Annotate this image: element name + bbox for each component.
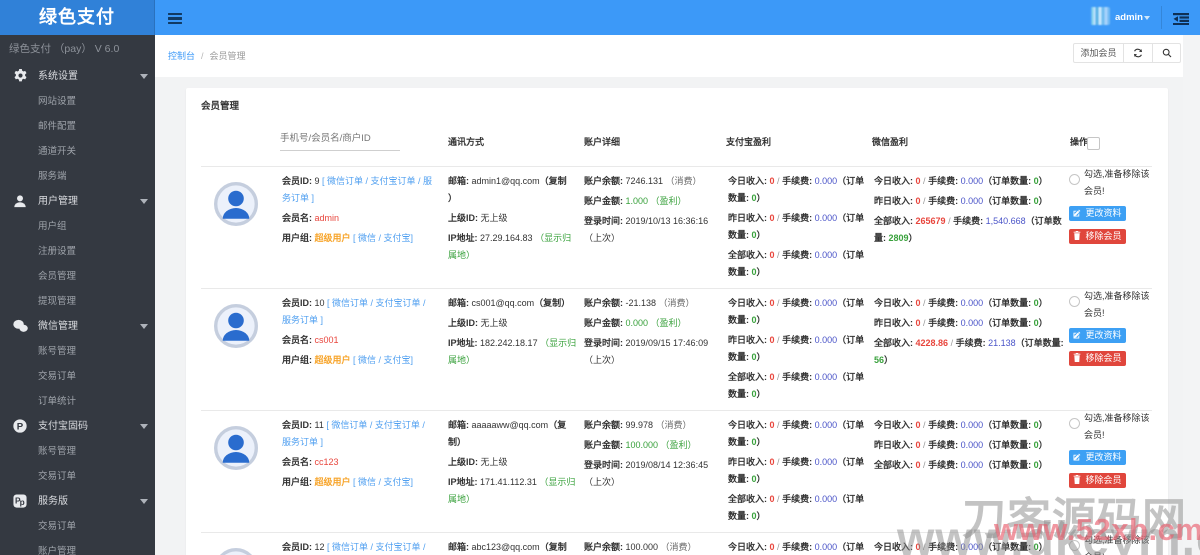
- svg-text:p: p: [20, 497, 25, 507]
- svg-text:P: P: [17, 421, 24, 432]
